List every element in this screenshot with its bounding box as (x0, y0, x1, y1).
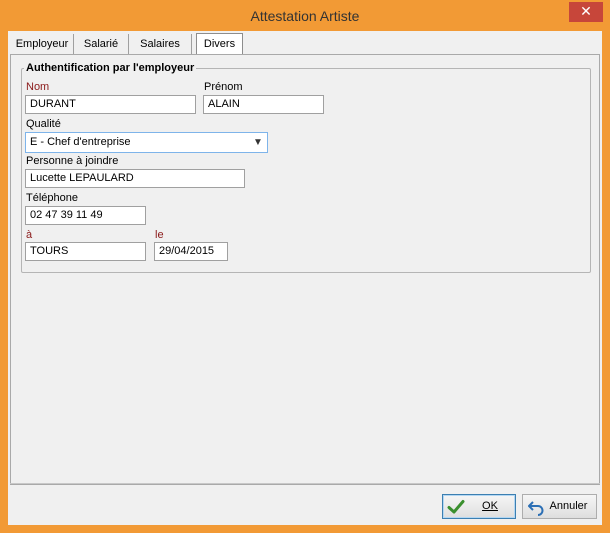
nom-label: Nom (26, 81, 50, 93)
personne-field[interactable]: Lucette LEPAULARD (25, 169, 245, 188)
prenom-label: Prénom (204, 81, 243, 93)
personne-label: Personne à joindre (26, 155, 119, 167)
cancel-label: Annuler (549, 500, 588, 512)
telephone-field[interactable]: 02 47 39 11 49 (25, 206, 146, 225)
auth-groupbox: Authentification par l'employeur Nom DUR… (21, 62, 591, 273)
tab-divers[interactable]: Divers (196, 33, 243, 55)
title-bar[interactable]: Attestation Artiste ✕ (1, 1, 609, 31)
button-bar: OK Annuler (10, 483, 600, 526)
checkmark-icon (447, 500, 465, 514)
cancel-button[interactable]: Annuler (522, 494, 597, 519)
close-icon: ✕ (580, 3, 592, 19)
telephone-label: Téléphone (26, 192, 78, 204)
lieu-label: à (26, 229, 33, 241)
dialog-client-area: Employeur Salarié Salaires Divers Authen… (8, 31, 602, 525)
qualite-select[interactable]: E - Chef d'entreprise ▼ (25, 132, 268, 153)
ok-button[interactable]: OK (442, 494, 516, 519)
tab-panel-divers: Authentification par l'employeur Nom DUR… (10, 54, 600, 485)
date-label: le (155, 229, 164, 241)
group-title: Authentification par l'employeur (24, 62, 197, 74)
close-button[interactable]: ✕ (569, 2, 603, 22)
dialog-window: Attestation Artiste ✕ Employeur Salarié … (0, 0, 610, 533)
lieu-field[interactable]: TOURS (25, 242, 146, 261)
qualite-label: Qualité (26, 118, 61, 130)
window-title: Attestation Artiste (250, 8, 360, 24)
prenom-field[interactable]: ALAIN (203, 95, 324, 114)
tab-employeur[interactable]: Employeur (11, 34, 74, 54)
tab-salaires[interactable]: Salaires (129, 34, 192, 54)
nom-field[interactable]: DURANT (25, 95, 196, 114)
date-field[interactable]: 29/04/2015 (154, 242, 228, 261)
chevron-down-icon[interactable]: ▼ (251, 133, 265, 152)
ok-label: OK (482, 500, 498, 512)
qualite-value: E - Chef d'entreprise (30, 136, 131, 148)
tab-salarie[interactable]: Salarié (74, 34, 129, 54)
undo-arrow-icon (528, 501, 544, 516)
